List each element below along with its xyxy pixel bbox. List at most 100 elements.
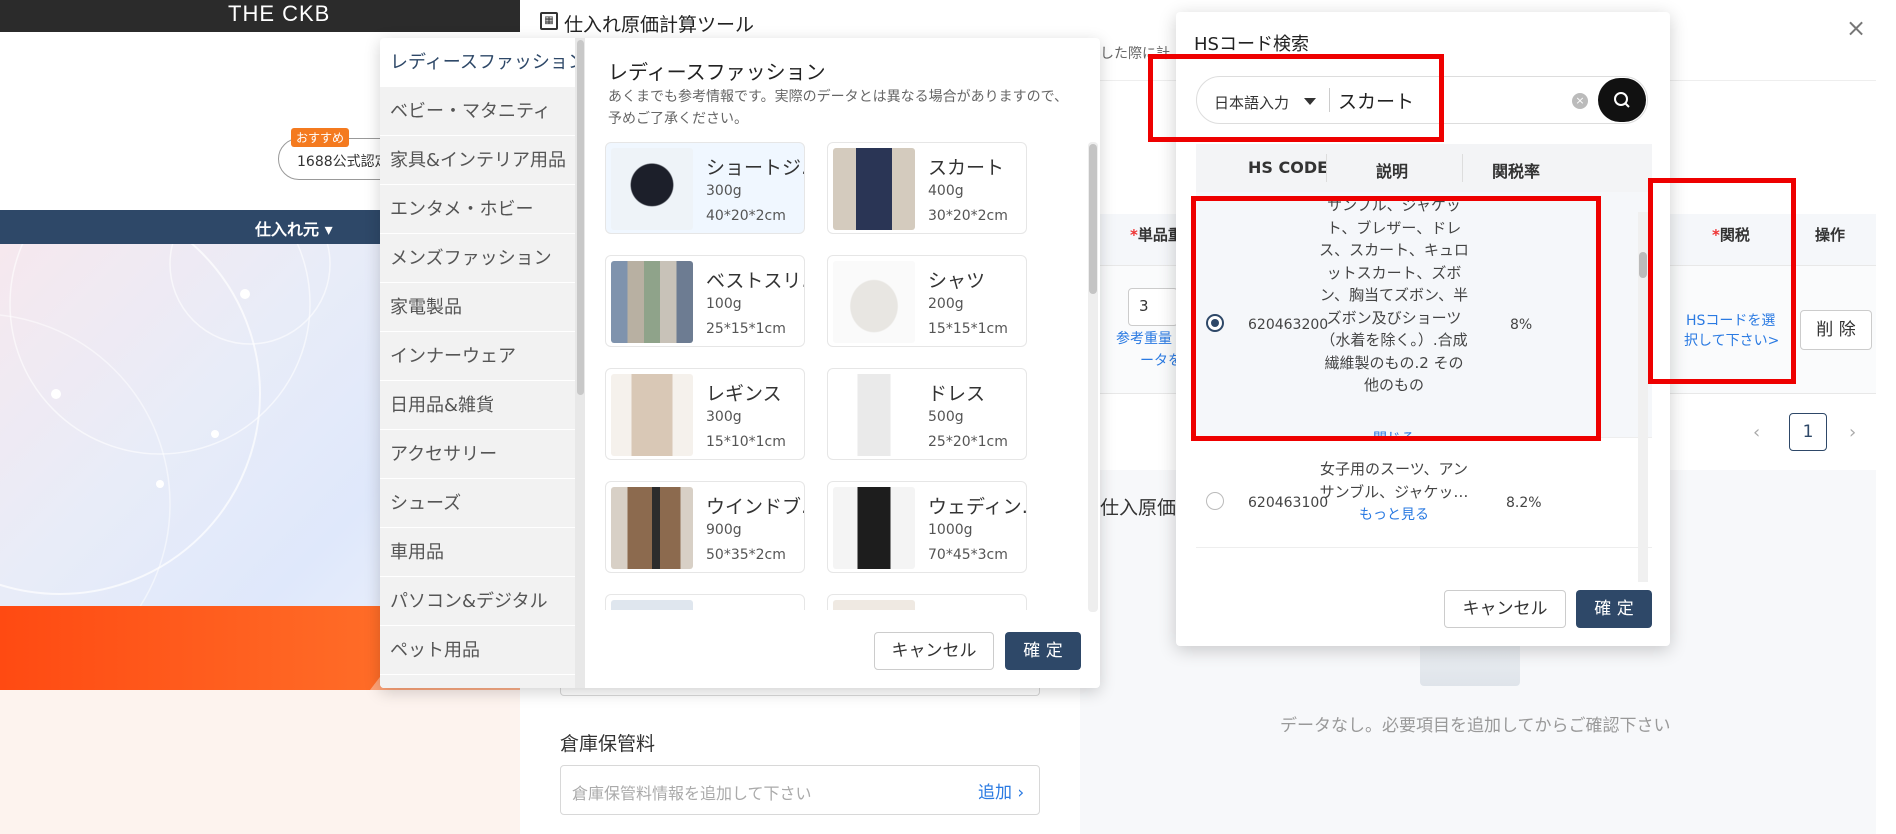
show-more-link[interactable]: もっと見る — [1319, 504, 1469, 524]
category-item[interactable]: インナーウェア — [380, 332, 575, 381]
product-card[interactable] — [827, 594, 1027, 610]
row-radio[interactable] — [1206, 492, 1224, 510]
category-sidebar: レディースファッション ベビー・マタニティ 家具&インテリア用品 エンタメ・ホビ… — [380, 38, 585, 688]
reference-weight-link[interactable]: 参考重量 — [1116, 328, 1172, 348]
category-item[interactable]: 日用品&雑貨 — [380, 381, 575, 430]
hs-description: サンプル、ジャケット、ブレザー、ドレス、スカート、キュロットスカート、ズボン、胸… — [1319, 196, 1469, 394]
product-dims: 15*15*1cm — [928, 321, 1008, 337]
product-image — [833, 487, 915, 569]
product-image — [833, 261, 915, 343]
product-dims: 15*10*1cm — [706, 434, 786, 450]
duty-rate: 8% — [1510, 317, 1533, 333]
product-image — [611, 374, 693, 456]
close-icon[interactable]: × — [1846, 16, 1866, 40]
search-icon — [1614, 92, 1630, 108]
notice-text: した際に計 — [1100, 46, 1170, 62]
product-weight: 400g — [928, 183, 964, 199]
product-name: スカート — [928, 157, 1005, 179]
language-select[interactable]: 日本語入力 — [1214, 92, 1289, 113]
warehouse-fee-label: 倉庫保管料 — [560, 733, 656, 755]
product-weight: 100g — [706, 296, 742, 312]
hs-search-input[interactable] — [1338, 88, 1518, 112]
category-confirm-button[interactable]: 確 定 — [1005, 632, 1081, 670]
empty-state-text: データなし。必要項目を追加してからご確認下さい — [1280, 716, 1671, 736]
pager-prev-icon[interactable]: ‹ — [1753, 422, 1760, 443]
product-card[interactable]: ショートジ… 300g 40*20*2cm — [605, 142, 805, 234]
warehouse-fee-add-button[interactable]: 追加 › — [978, 778, 1024, 803]
product-card[interactable]: シャツ 200g 15*15*1cm — [827, 255, 1027, 347]
product-name: レギンス — [706, 383, 782, 405]
product-name: ショートジ… — [706, 157, 804, 179]
pager-page-1[interactable]: 1 — [1789, 413, 1827, 451]
category-note: あくまでも参考情報です。実際のデータとは異なる場合がありますので、予めご了承くだ… — [608, 89, 1069, 127]
product-card[interactable]: スカート 400g 30*20*2cm — [827, 142, 1027, 234]
category-item[interactable]: 車用品 — [380, 528, 575, 577]
row-radio-selected[interactable] — [1206, 314, 1224, 332]
product-weight: 300g — [706, 409, 742, 425]
hs-popup-title: HSコード検索 — [1194, 34, 1309, 55]
category-scrollbar-thumb[interactable] — [577, 40, 584, 395]
product-image — [833, 374, 915, 456]
recommend-badge: おすすめ — [291, 128, 350, 147]
pager-next-icon[interactable]: › — [1849, 422, 1856, 443]
product-grid: ショートジ… 300g 40*20*2cm スカート 400g 30*20*2c… — [605, 142, 1075, 610]
select-hs-code-link[interactable]: HSコードを選 — [1686, 310, 1775, 330]
product-card[interactable] — [605, 594, 805, 610]
product-dims: 40*20*2cm — [706, 208, 786, 224]
product-card[interactable]: ベストスリ… 100g 25*15*1cm — [605, 255, 805, 347]
table-row[interactable]: 620463200 サンプル、ジャケット、ブレザー、ドレス、スカート、キュロット… — [1196, 192, 1652, 447]
product-weight: 200g — [928, 296, 964, 312]
hs-description: 女子用のスーツ、アンサンブル、ジャケッ… — [1319, 460, 1469, 501]
product-dims: 25*20*1cm — [928, 434, 1008, 450]
hs-code-value: 620463200 — [1248, 317, 1329, 333]
product-image — [833, 148, 915, 230]
column-header-hs-code: HS CODE — [1248, 158, 1329, 177]
chevron-down-icon[interactable] — [1304, 98, 1316, 105]
column-header-duty: *関税 — [1712, 226, 1750, 244]
product-card[interactable]: ドレス 500g 25*20*1cm — [827, 368, 1027, 460]
column-header-description: 説明 — [1376, 162, 1409, 181]
product-name: ドレス — [928, 383, 986, 405]
calculator-icon: ▦ — [540, 12, 558, 30]
product-card[interactable]: レギンス 300g 15*10*1cm — [605, 368, 805, 460]
product-card[interactable]: ウェディン… 1000g 70*45*3cm — [827, 481, 1027, 573]
product-weight: 900g — [706, 522, 742, 538]
column-separator — [1326, 154, 1327, 182]
category-item[interactable]: 家具&インテリア用品 — [380, 136, 575, 185]
product-name: シャツ — [928, 270, 986, 292]
product-grid-scrollbar-thumb[interactable] — [1089, 144, 1097, 294]
category-item[interactable]: 家電製品 — [380, 283, 575, 332]
category-item[interactable]: アクセサリー — [380, 430, 575, 479]
select-hs-code-link-line2[interactable]: 択して下さい> — [1684, 330, 1779, 350]
weight-input[interactable]: 3 — [1128, 288, 1178, 326]
category-cancel-button[interactable]: キャンセル — [874, 632, 994, 670]
category-popup: レディースファッション ベビー・マタニティ 家具&インテリア用品 エンタメ・ホビ… — [380, 38, 1100, 688]
category-item[interactable]: シューズ — [380, 479, 575, 528]
category-item[interactable]: ベビー・マタニティ — [380, 87, 575, 136]
dialog-title: 仕入れ原価計算ツール — [564, 14, 755, 36]
column-separator — [1462, 154, 1463, 182]
table-row[interactable]: 620463100 女子用のスーツ、アンサンブル、ジャケッ… もっと見る 8.2… — [1196, 438, 1652, 548]
hs-confirm-button[interactable]: 確 定 — [1576, 590, 1652, 628]
hs-code-search-popup: HSコード検索 日本語入力 × HS CODE 説明 関税率 620463200… — [1176, 12, 1670, 646]
category-item[interactable]: ペット用品 — [380, 626, 575, 675]
product-card[interactable]: ウインドブ… 900g 50*35*2cm — [605, 481, 805, 573]
brand-logo[interactable]: THE CKB — [228, 1, 330, 27]
category-item[interactable]: エンタメ・ホビー — [380, 185, 575, 234]
product-dims: 30*20*2cm — [928, 208, 1008, 224]
hs-table-header: HS CODE 説明 関税率 — [1196, 144, 1652, 192]
category-item[interactable]: メンズファッション — [380, 234, 575, 283]
product-image — [611, 148, 693, 230]
category-title: レディースファッション — [608, 60, 826, 84]
product-name: ベストスリ… — [706, 270, 804, 292]
category-item[interactable]: レディースファッション — [380, 38, 575, 87]
column-header-rate: 関税率 — [1492, 162, 1541, 181]
delete-row-button[interactable]: 削 除 — [1800, 310, 1872, 350]
hs-table-scrollbar-thumb[interactable] — [1639, 252, 1647, 278]
category-item[interactable]: パソコン&デジタル — [380, 577, 575, 626]
clear-icon[interactable]: × — [1572, 93, 1588, 109]
search-button[interactable] — [1598, 78, 1646, 122]
nav-supplier-menu[interactable]: 仕入れ元 ▾ — [255, 216, 333, 240]
hs-cancel-button[interactable]: キャンセル — [1444, 590, 1566, 628]
cost-section-label: 仕入原価 — [1100, 497, 1177, 519]
